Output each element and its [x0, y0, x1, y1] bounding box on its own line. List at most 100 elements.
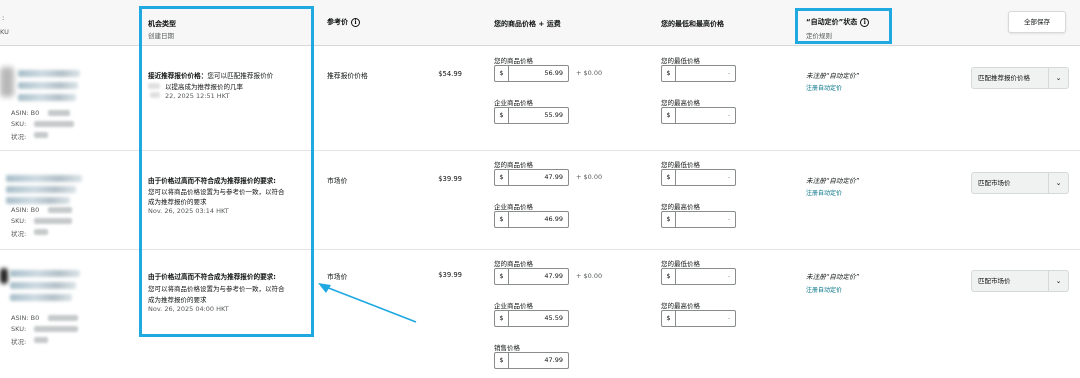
condition-label: 状况:: [11, 338, 27, 346]
business-price-input[interactable]: $45.59: [494, 310, 569, 327]
opportunity-date: Nov. 26, 2025 04:00 HKT: [148, 305, 229, 313]
sku-column-header: KU: [0, 28, 9, 36]
date-blurred: [150, 92, 160, 98]
your-price-label: 您的商品价格: [494, 260, 533, 268]
min-price-label: 您的最低价格: [661, 161, 700, 169]
opportunity-title: 接近推荐报价价格：您可以匹配推荐报价价: [148, 72, 274, 80]
condition-label: 状况:: [11, 133, 27, 141]
opportunity-description: 您可以将商品价格设置为与参考价一致，以符合: [148, 188, 285, 196]
business-price-label: 企业商品价格: [494, 302, 533, 310]
min-price-input[interactable]: $ -: [661, 65, 736, 82]
business-price-label: 企业商品价格: [494, 203, 533, 211]
business-price-label: 企业商品价格: [494, 99, 533, 107]
your-price-input[interactable]: $56.99: [494, 65, 569, 82]
asin-value: [48, 315, 78, 321]
match-price-dropdown[interactable]: 匹配市场价 ⌄: [971, 270, 1069, 292]
business-price-input[interactable]: $55.99: [494, 107, 569, 124]
opportunity-date: 22, 2025 12:51 HKT: [165, 92, 230, 100]
product-title-line: [18, 94, 76, 101]
condition-value: [34, 229, 48, 235]
chevron-down-icon[interactable]: ⌄: [1048, 173, 1068, 193]
your-price-label: 您的商品价格: [494, 57, 533, 65]
opportunity-title: 由于价格过高而不符合成为推荐报价的要求:: [148, 273, 276, 281]
sale-price-label: 销售价格: [494, 344, 520, 352]
register-auto-pricing-link[interactable]: 注册自动定价: [806, 83, 842, 92]
product-title-line: [6, 186, 76, 193]
info-icon[interactable]: i: [860, 17, 870, 27]
chevron-down-icon[interactable]: ⌄: [1048, 271, 1068, 291]
match-price-dropdown[interactable]: 匹配市场价 ⌄: [971, 172, 1069, 194]
sale-price-input[interactable]: $47.99: [494, 352, 569, 369]
sku-label: SKU:: [11, 217, 27, 225]
min-price-input[interactable]: $ -: [661, 169, 736, 186]
max-price-input[interactable]: $ -: [661, 310, 736, 327]
asin-value: [48, 110, 70, 116]
reference-price-type: 推荐报价价格: [327, 72, 368, 80]
product-image[interactable]: [0, 67, 14, 97]
condition-label: 状况:: [11, 230, 27, 238]
opportunity-description-line: 成为推荐报价的要求: [148, 296, 207, 304]
your-price-header: 您的商品价格 + 运费: [494, 20, 561, 28]
sku-value: [34, 218, 72, 224]
reference-price-header: 参考价 i: [327, 17, 360, 27]
product-title[interactable]: [18, 70, 80, 77]
opportunity-description-line: 成为推荐报价的要求: [148, 198, 207, 206]
opportunity-description: 以提高成为推荐报价的几率: [165, 83, 243, 91]
reference-price-value: $54.99: [438, 70, 462, 78]
match-price-dropdown[interactable]: 匹配推荐报价价格 ⌄: [971, 67, 1069, 89]
min-price-label: 您的最低价格: [661, 260, 700, 268]
opportunity-blurred: [148, 83, 160, 89]
reference-price-value: $39.99: [438, 175, 462, 183]
product-title-line: [6, 197, 70, 204]
product-title-line: [10, 282, 76, 289]
min-price-input[interactable]: $ -: [661, 268, 736, 285]
opportunity-title: 由于价格过高而不符合成为推荐报价的要求:: [148, 177, 276, 185]
sku-value: [34, 121, 74, 127]
product-image[interactable]: [0, 268, 8, 284]
your-price-input[interactable]: $47.99: [494, 169, 569, 186]
register-auto-pricing-link[interactable]: 注册自动定价: [806, 188, 842, 197]
sku-label: SKU:: [11, 120, 27, 128]
opportunity-type-header: 机会类型: [148, 20, 176, 28]
arrow-head: [318, 283, 331, 293]
condition-value: [34, 132, 48, 138]
product-title[interactable]: [10, 270, 80, 277]
business-price-input[interactable]: $46.99: [494, 211, 569, 228]
min-price-label: 您的最低价格: [661, 57, 700, 65]
min-max-price-header: 您的最低和最高价格: [661, 20, 724, 28]
your-price-label: 您的商品价格: [494, 161, 533, 169]
max-price-input[interactable]: $ -: [661, 107, 736, 124]
product-title[interactable]: [6, 175, 82, 182]
max-price-label: 您的最高价格: [661, 302, 700, 310]
shipping-fee: + $0.00: [576, 272, 603, 280]
asin-label: ASIN: B0: [11, 109, 40, 117]
auto-pricing-status: 未注册“自动定价”: [806, 72, 859, 80]
register-auto-pricing-link[interactable]: 注册自动定价: [806, 285, 842, 294]
product-title-line: [18, 82, 78, 89]
auto-pricing-status: 未注册“自动定价”: [806, 273, 859, 281]
shipping-fee: + $0.00: [576, 69, 603, 77]
reference-price-value: $39.99: [438, 271, 462, 279]
save-all-button[interactable]: 全部保存: [1008, 11, 1066, 33]
sku-column-header-top: :: [2, 14, 5, 22]
opportunity-description: 您可以将商品价格设置为与参考价一致，以符合: [148, 285, 285, 293]
reference-price-type: 市场价: [327, 177, 348, 185]
condition-value: [34, 337, 48, 343]
opportunity-date: Nov. 26, 2025 03:14 HKT: [148, 207, 229, 215]
pricing-rule-header: 定价规则: [806, 32, 832, 40]
your-price-input[interactable]: $47.99: [494, 268, 569, 285]
max-price-label: 您的最高价格: [661, 99, 700, 107]
row-divider: [0, 150, 1080, 151]
row-divider: [0, 249, 1080, 250]
asin-label: ASIN: B0: [11, 314, 40, 322]
product-title-line: [10, 294, 72, 301]
max-price-label: 您的最高价格: [661, 203, 700, 211]
max-price-input[interactable]: $ -: [661, 211, 736, 228]
info-icon[interactable]: i: [351, 17, 360, 27]
reference-price-type: 市场价: [327, 273, 348, 281]
shipping-fee: + $0.00: [576, 173, 603, 181]
chevron-down-icon[interactable]: ⌄: [1048, 68, 1068, 88]
sku-label: SKU:: [11, 325, 27, 333]
auto-pricing-status: 未注册“自动定价”: [806, 177, 859, 185]
arrow-shaft: [325, 286, 417, 323]
